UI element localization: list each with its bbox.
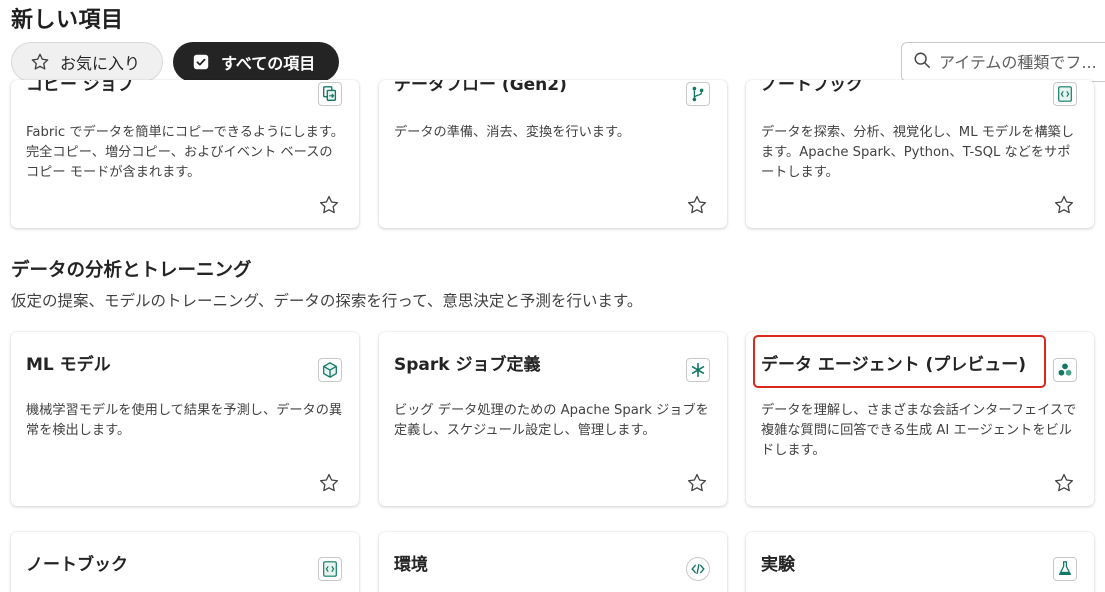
copy-job-icon bbox=[318, 82, 342, 106]
card-copy-job[interactable]: コピー ジョブ Fabric でデータを簡単にコピーできるようにします。完全コピ… bbox=[11, 80, 359, 228]
dataflow-icon bbox=[686, 82, 710, 106]
highlight-annotation bbox=[753, 335, 1046, 388]
card-environment[interactable]: 環境 bbox=[379, 532, 727, 592]
favorites-label: お気に入り bbox=[60, 54, 141, 73]
search-icon bbox=[913, 51, 931, 73]
card-title: ノートブック bbox=[26, 555, 128, 575]
favorite-star-icon[interactable] bbox=[1053, 194, 1075, 216]
favorite-star-icon[interactable] bbox=[1053, 472, 1075, 494]
card-title: 環境 bbox=[394, 555, 428, 575]
section-heading: データの分析とトレーニング bbox=[11, 260, 252, 281]
page-title: 新しい項目 bbox=[11, 8, 124, 33]
card-title: ML モデル bbox=[26, 355, 111, 375]
favorite-star-icon[interactable] bbox=[686, 472, 708, 494]
card-description: 機械学習モデルを使用して結果を予測し、データの異常を検出します。 bbox=[26, 403, 343, 438]
spark-job-icon bbox=[686, 358, 710, 382]
all-items-label: すべての項目 bbox=[221, 54, 316, 73]
card-description: Fabric でデータを簡単にコピーできるようにします。完全コピー、増分コピー、… bbox=[26, 125, 344, 180]
notebook-icon bbox=[318, 557, 342, 581]
ml-model-icon bbox=[318, 358, 342, 382]
card-title: コピー ジョブ bbox=[26, 80, 134, 95]
card-spark-job[interactable]: Spark ジョブ定義 ビッグ データ処理のための Apache Spark ジ… bbox=[379, 332, 727, 506]
section-description: 仮定の提案、モデルのトレーニング、データの探索を行って、意思決定と予測を行います… bbox=[11, 292, 643, 310]
card-title: データフロー (Gen2) bbox=[394, 80, 567, 95]
card-title: Spark ジョブ定義 bbox=[394, 355, 541, 375]
card-notebook-2[interactable]: ノートブック bbox=[11, 532, 359, 592]
card-description: ビッグ データ処理のための Apache Spark ジョブを定義し、スケジュー… bbox=[394, 403, 709, 438]
card-dataflow[interactable]: データフロー (Gen2) データの準備、消去、変換を行います。 bbox=[379, 80, 727, 228]
card-description: データを探索、分析、視覚化し、ML モデルを構築します。Apache Spark… bbox=[761, 125, 1075, 180]
all-items-filter-button[interactable]: すべての項目 bbox=[173, 42, 339, 82]
checkbox-checked-icon bbox=[190, 51, 212, 73]
card-experiment[interactable]: 実験 bbox=[746, 532, 1094, 592]
card-title: 実験 bbox=[761, 555, 795, 575]
card-title: ノートブック bbox=[761, 80, 863, 95]
card-notebook[interactable]: ノートブック データを探索、分析、視覚化し、ML モデルを構築します。Apach… bbox=[746, 80, 1094, 228]
experiment-icon bbox=[1053, 557, 1077, 581]
favorite-star-icon[interactable] bbox=[318, 472, 340, 494]
search-input[interactable] bbox=[939, 52, 1105, 72]
favorite-star-icon[interactable] bbox=[318, 194, 340, 216]
data-agent-icon bbox=[1053, 358, 1077, 382]
search-box[interactable] bbox=[901, 42, 1105, 82]
environment-icon bbox=[686, 557, 710, 581]
notebook-icon bbox=[1053, 82, 1077, 106]
favorites-filter-button[interactable]: お気に入り bbox=[11, 42, 163, 82]
favorite-star-icon[interactable] bbox=[686, 194, 708, 216]
star-icon bbox=[29, 51, 51, 73]
card-ml-model[interactable]: ML モデル 機械学習モデルを使用して結果を予測し、データの異常を検出します。 bbox=[11, 332, 359, 506]
card-description: データを理解し、さまざまな会話インターフェイスで複雑な質問に回答できる生成 AI… bbox=[761, 403, 1077, 458]
card-description: データの準備、消去、変換を行います。 bbox=[394, 125, 631, 140]
